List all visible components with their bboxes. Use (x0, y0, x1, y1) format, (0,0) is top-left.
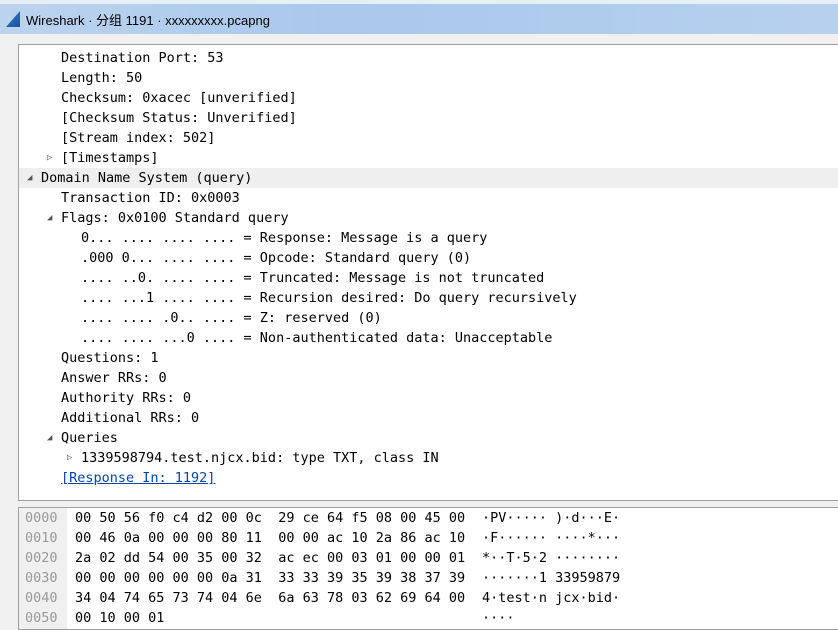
hex-ascii-line[interactable]: 4·test·n jcx·bid· (482, 588, 620, 608)
tree-item[interactable]: [Response In: 1192] (19, 468, 838, 488)
tree-item-label: Additional RRs: 0 (61, 410, 200, 426)
tree-item-label: Questions: 1 (61, 350, 159, 366)
tree-item-label: .... .... ...0 .... = Non-authenticated … (81, 330, 553, 346)
tree-item-label: Domain Name System (query) (41, 170, 253, 186)
title-bar[interactable]: Wireshark · 分组 1191 · xxxxxxxxx.pcapng (0, 4, 838, 34)
hex-offsets-line: 0050 (25, 610, 58, 626)
tree-item[interactable]: ◢ Queries (19, 428, 838, 448)
expanded-triangle-icon[interactable]: ◢ (27, 168, 32, 188)
tree-item[interactable]: Destination Port: 53 (19, 48, 838, 68)
tree-item-label: .... ..0. .... .... = Truncated: Message… (81, 270, 545, 286)
hex-offsets-line: 0030 (25, 570, 58, 586)
tree-item[interactable]: [Checksum Status: Unverified] (19, 108, 838, 128)
hex-bytes-line[interactable]: 34 04 74 65 73 74 04 6e 6a 63 78 03 62 6… (75, 588, 465, 608)
tree-item[interactable]: .... ...1 .... .... = Recursion desired:… (19, 288, 838, 308)
collapsed-triangle-icon[interactable]: ▷ (47, 148, 52, 168)
hex-ascii-line[interactable]: ·PV····· )·d···E· (482, 508, 620, 528)
hex-offsets-line: 0020 (25, 550, 58, 566)
window-title: Wireshark · 分组 1191 · xxxxxxxxx.pcapng (26, 12, 270, 28)
tree-item[interactable]: Length: 50 (19, 68, 838, 88)
hex-ascii: ·PV····· )·d···E· ·F······ ····*··· *··T·5… (482, 508, 620, 628)
response-link[interactable]: [Response In: 1192] (61, 470, 215, 486)
packet-details-tree[interactable]: Destination Port: 53 Length: 50 Checksum: … (18, 44, 838, 501)
tree-item-label: Checksum: 0xacec [unverified] (61, 90, 297, 106)
tree-item-label: .... ...1 .... .... = Recursion desired:… (81, 290, 577, 306)
tree-item[interactable]: ◢ Flags: 0x0100 Standard query (19, 208, 838, 228)
tree-item[interactable]: Checksum: 0xacec [unverified] (19, 88, 838, 108)
tree-item[interactable]: ▷ [Timestamps] (19, 148, 838, 168)
tree-item-label: 1339598794.test.njcx.bid: type TXT, clas… (81, 450, 439, 466)
tree-item-label: .000 0... .... .... = Opcode: Standard q… (81, 250, 472, 266)
tree-item-label: Transaction ID: 0x0003 (61, 190, 240, 206)
tree-item[interactable]: Additional RRs: 0 (19, 408, 838, 428)
tree-item[interactable]: .... .... ...0 .... = Non-authenticated … (19, 328, 838, 348)
hex-bytes-line[interactable]: 00 50 56 f0 c4 d2 00 0c 29 ce 64 f5 08 0… (75, 508, 465, 528)
wireshark-logo-icon (6, 11, 20, 27)
hex-ascii-line[interactable]: ·F······ ····*··· (482, 528, 620, 548)
tree-item-label: Length: 50 (61, 70, 143, 86)
hex-offsets-line: 0010 (25, 530, 58, 546)
tree-item[interactable]: .000 0... .... .... = Opcode: Standard q… (19, 248, 838, 268)
tree-item-label: .... .... .0.. .... = Z: reserved (0) (81, 310, 382, 326)
tree-item-label: [Checksum Status: Unverified] (61, 110, 297, 126)
expanded-triangle-icon[interactable]: ◢ (47, 208, 52, 228)
tree-item-label: Flags: 0x0100 Standard query (61, 210, 289, 226)
hex-bytes-line[interactable]: 2a 02 dd 54 00 35 00 32 ac ec 00 03 01 0… (75, 548, 465, 568)
hex-ascii-line[interactable]: *··T·5·2 ········ (482, 548, 620, 568)
hex-ascii-line[interactable]: ·······1 33959879 (482, 568, 620, 588)
packet-bytes-pane[interactable]: 0000 0010 0020 0030 0040 0050 00 50 56 f0 c4 … (18, 507, 838, 630)
tree-item[interactable]: ▷ 1339598794.test.njcx.bid: type TXT, cla… (19, 448, 838, 468)
expanded-triangle-icon[interactable]: ◢ (47, 428, 52, 448)
hex-bytes-line[interactable]: 00 46 0a 00 00 00 80 11 00 00 ac 10 2a 8… (75, 528, 465, 548)
hex-bytes-line[interactable]: 00 00 00 00 00 00 0a 31 33 33 39 35 39 3… (75, 568, 465, 588)
tree-item[interactable]: ◢ Domain Name System (query) (19, 168, 838, 188)
tree-item-label: 0... .... .... .... = Response: Message … (81, 230, 488, 246)
tree-item-label: Answer RRs: 0 (61, 370, 167, 386)
tree-item-label: Destination Port: 53 (61, 50, 224, 66)
tree-item-label: Authority RRs: 0 (61, 390, 192, 406)
tree-item[interactable]: .... .... .0.. .... = Z: reserved (0) (19, 308, 838, 328)
tree-item-label: Queries (61, 430, 118, 446)
tree-item[interactable]: [Stream index: 502] (19, 128, 838, 148)
tree-item-label: [Stream index: 502] (61, 130, 216, 146)
tree-item-label: [Timestamps] (61, 150, 159, 166)
hex-offsets: 0000 0010 0020 0030 0040 0050 (19, 508, 67, 629)
tree-item[interactable]: Transaction ID: 0x0003 (19, 188, 838, 208)
tree-item[interactable]: Questions: 1 (19, 348, 838, 368)
tree-item[interactable]: 0... .... .... .... = Response: Message … (19, 228, 838, 248)
hex-bytes: 00 50 56 f0 c4 d2 00 0c 29 ce 64 f5 08 0… (75, 508, 465, 628)
hex-offsets-line: 0040 (25, 590, 58, 606)
hex-bytes-line[interactable]: 00 10 00 01 (75, 608, 465, 628)
tree-item[interactable]: Authority RRs: 0 (19, 388, 838, 408)
hex-ascii-line[interactable]: ···· (482, 608, 620, 628)
collapsed-triangle-icon[interactable]: ▷ (67, 448, 72, 468)
hex-offsets-line: 0000 (25, 510, 58, 526)
tree-item[interactable]: Answer RRs: 0 (19, 368, 838, 388)
tree-item[interactable]: .... ..0. .... .... = Truncated: Message… (19, 268, 838, 288)
